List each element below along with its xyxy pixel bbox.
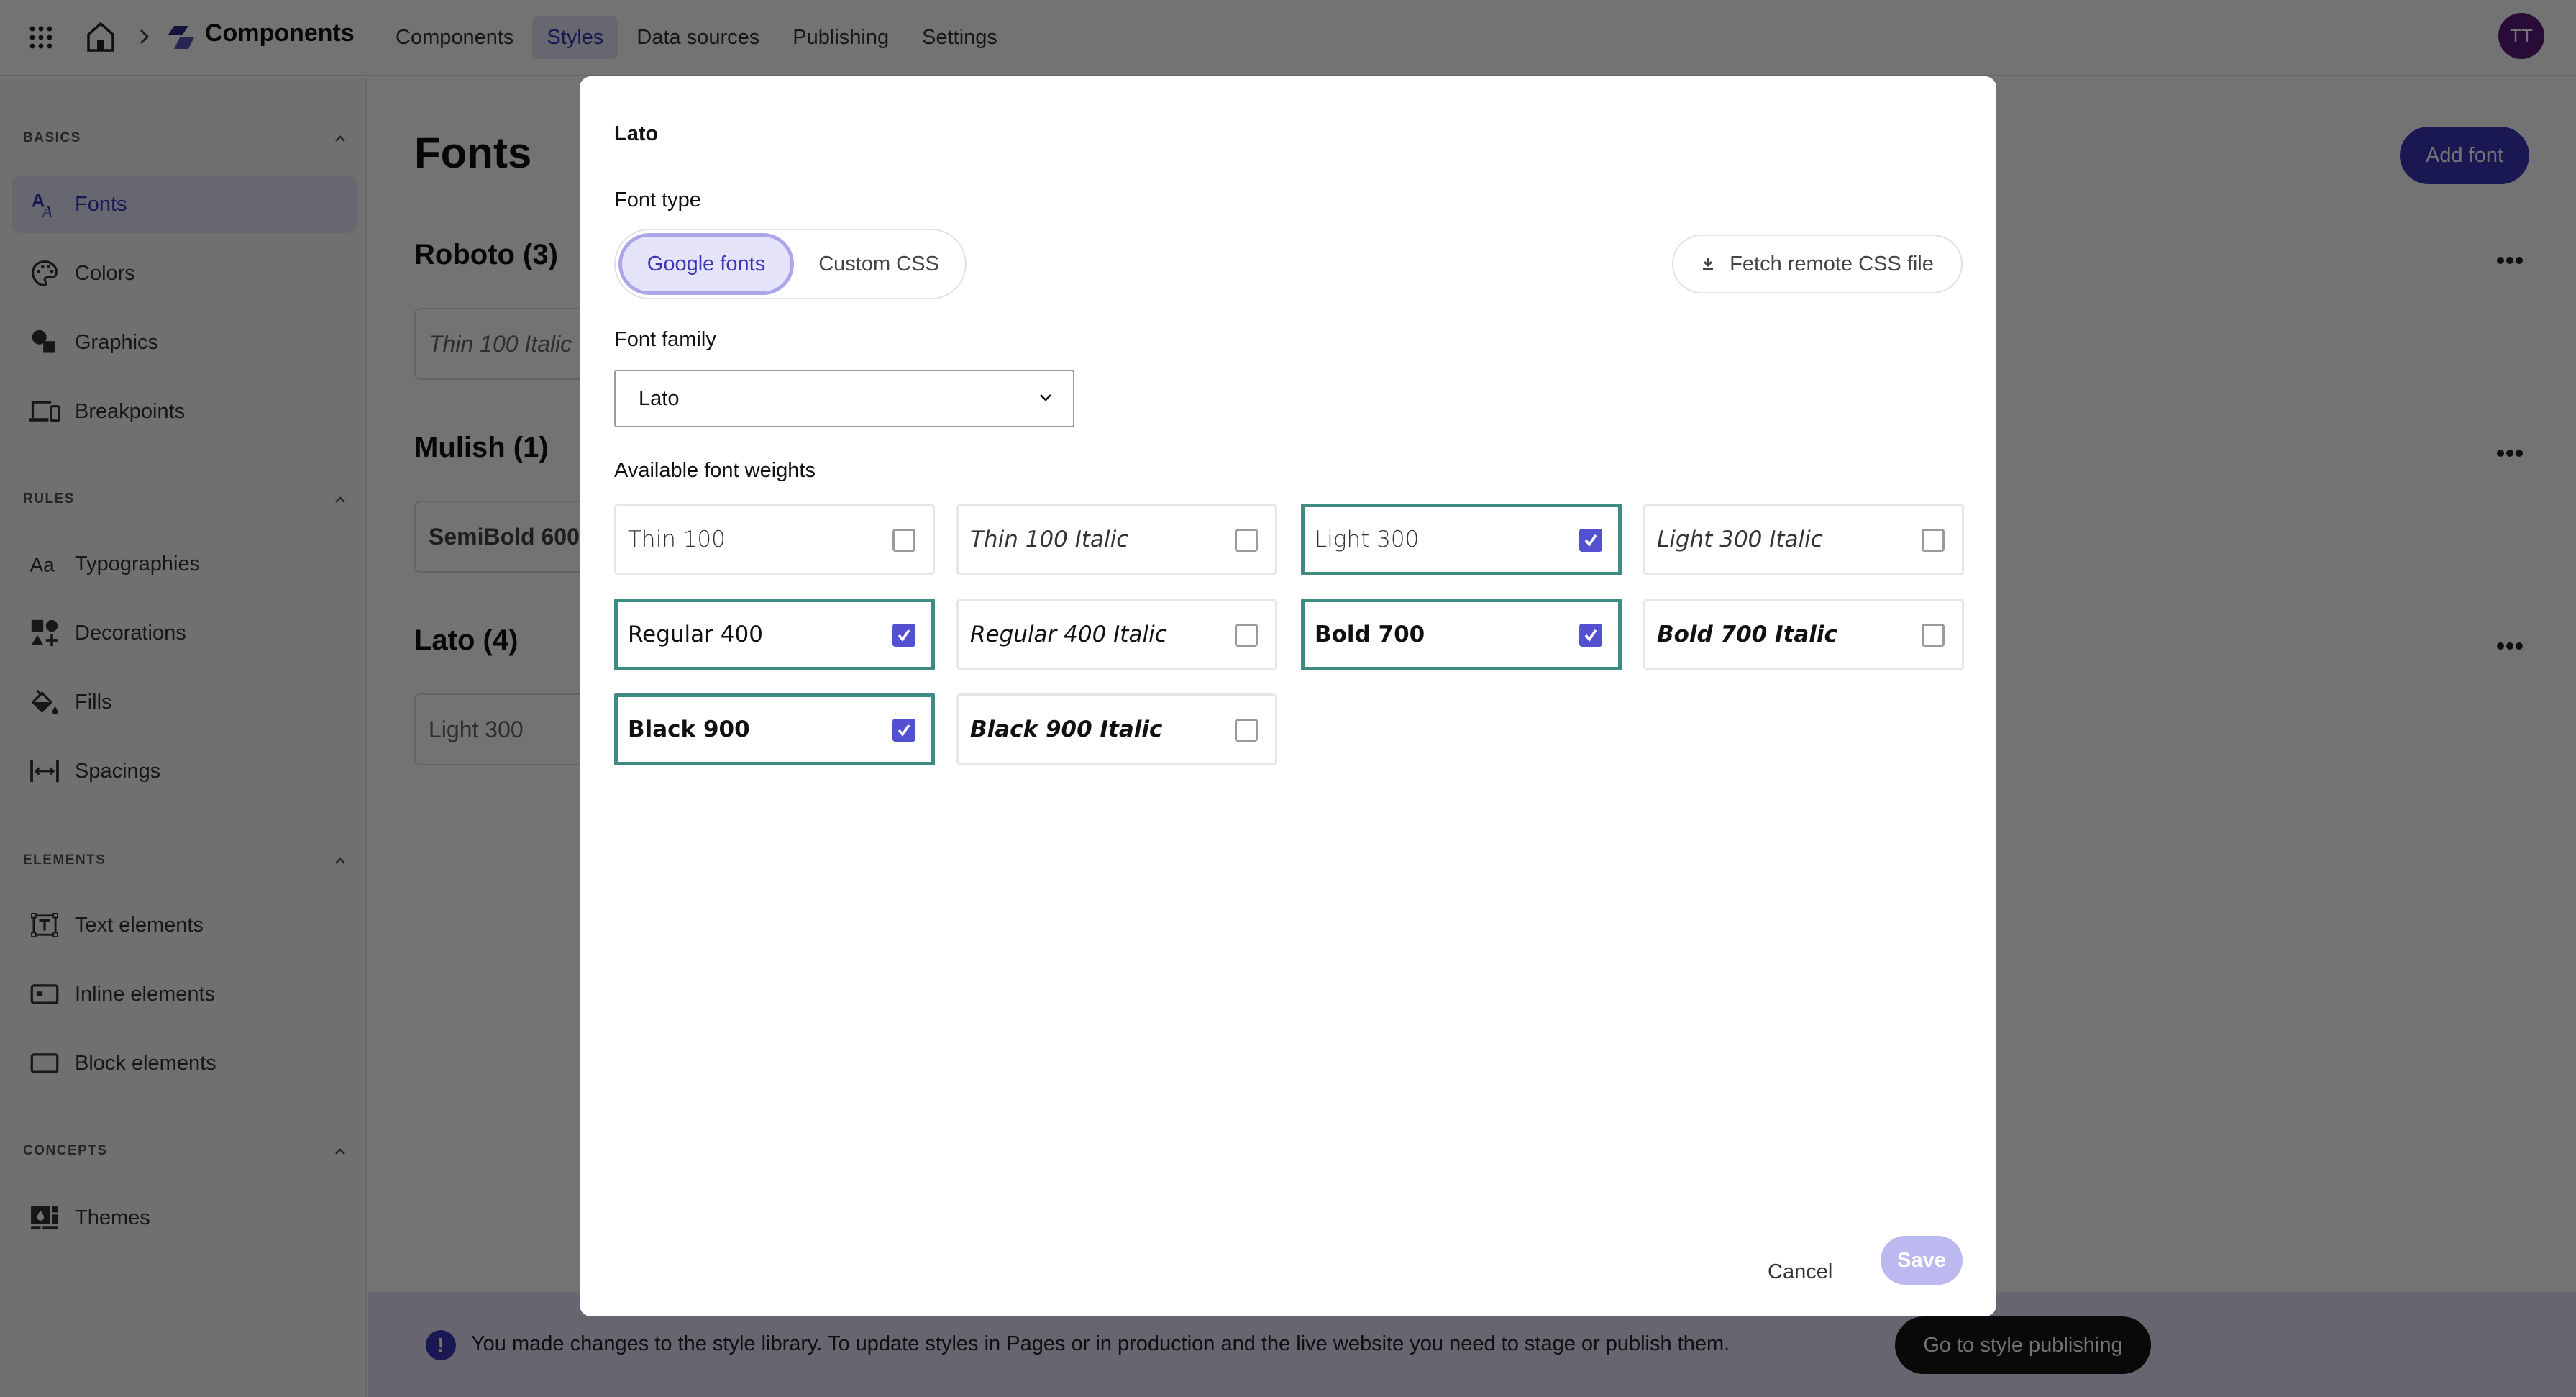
font-family-label: Font family bbox=[614, 328, 716, 351]
font-family-value: Lato bbox=[639, 386, 680, 410]
font-family-select[interactable]: Lato bbox=[614, 370, 1074, 427]
font-weight-option[interactable]: Thin 100 Italic bbox=[956, 504, 1277, 575]
font-weight-option[interactable]: Black 900 bbox=[614, 693, 935, 765]
checkbox-checked[interactable] bbox=[1579, 529, 1602, 552]
checkbox-unchecked[interactable] bbox=[1235, 624, 1258, 647]
checkbox-unchecked[interactable] bbox=[892, 529, 915, 552]
font-weight-label: Light 300 Italic bbox=[1657, 527, 1823, 552]
font-weight-label: Black 900 Italic bbox=[970, 716, 1163, 742]
chevron-down-icon bbox=[1040, 394, 1051, 401]
checkbox-unchecked[interactable] bbox=[1235, 529, 1258, 552]
checkbox-checked[interactable] bbox=[892, 624, 915, 647]
dialog-title: Lato bbox=[614, 122, 659, 145]
font-weight-label: Bold 700 bbox=[1315, 622, 1425, 647]
checkmark-icon bbox=[898, 724, 910, 737]
checkmark-icon bbox=[898, 629, 910, 642]
fetch-label: Fetch remote CSS file bbox=[1730, 252, 1934, 276]
font-weight-label: Black 900 bbox=[628, 716, 750, 742]
checkmark-icon bbox=[1584, 629, 1597, 642]
font-weight-option[interactable]: Regular 400 Italic bbox=[956, 599, 1277, 670]
font-weight-label: Regular 400 bbox=[628, 622, 763, 647]
edit-font-dialog: Lato Font type Google fonts Custom CSS F… bbox=[580, 76, 1996, 1316]
font-weight-option[interactable]: Regular 400 bbox=[614, 599, 935, 670]
download-icon bbox=[1703, 258, 1714, 270]
font-weight-label: Bold 700 Italic bbox=[1657, 622, 1837, 647]
available-weights-label: Available font weights bbox=[614, 459, 816, 482]
fetch-remote-css-button[interactable]: Fetch remote CSS file bbox=[1672, 235, 1963, 293]
checkmark-icon bbox=[1584, 534, 1597, 547]
font-weight-option[interactable]: Bold 700 Italic bbox=[1643, 599, 1964, 670]
font-type-google-fonts[interactable]: Google fonts bbox=[618, 233, 794, 295]
checkbox-checked[interactable] bbox=[892, 719, 915, 742]
font-weight-option[interactable]: Light 300 bbox=[1301, 504, 1622, 575]
font-weight-option[interactable]: Light 300 Italic bbox=[1643, 504, 1964, 575]
cancel-button[interactable]: Cancel bbox=[1768, 1250, 1832, 1293]
font-weight-option[interactable]: Black 900 Italic bbox=[956, 693, 1277, 765]
font-type-label: Font type bbox=[614, 188, 701, 211]
checkbox-unchecked[interactable] bbox=[1922, 529, 1945, 552]
checkbox-unchecked[interactable] bbox=[1922, 624, 1945, 647]
checkbox-unchecked[interactable] bbox=[1235, 719, 1258, 742]
font-type-toggle: Google fonts Custom CSS bbox=[614, 229, 967, 299]
font-weight-option[interactable]: Bold 700 bbox=[1301, 599, 1622, 670]
font-weight-label: Light 300 bbox=[1315, 527, 1420, 552]
font-weight-label: Thin 100 bbox=[628, 527, 726, 552]
font-type-custom-css[interactable]: Custom CSS bbox=[794, 233, 964, 295]
checkbox-checked[interactable] bbox=[1579, 624, 1602, 647]
font-weight-label: Thin 100 Italic bbox=[970, 527, 1129, 552]
font-weight-label: Regular 400 Italic bbox=[970, 622, 1167, 647]
font-weight-option[interactable]: Thin 100 bbox=[614, 504, 935, 575]
save-button[interactable]: Save bbox=[1881, 1236, 1963, 1285]
